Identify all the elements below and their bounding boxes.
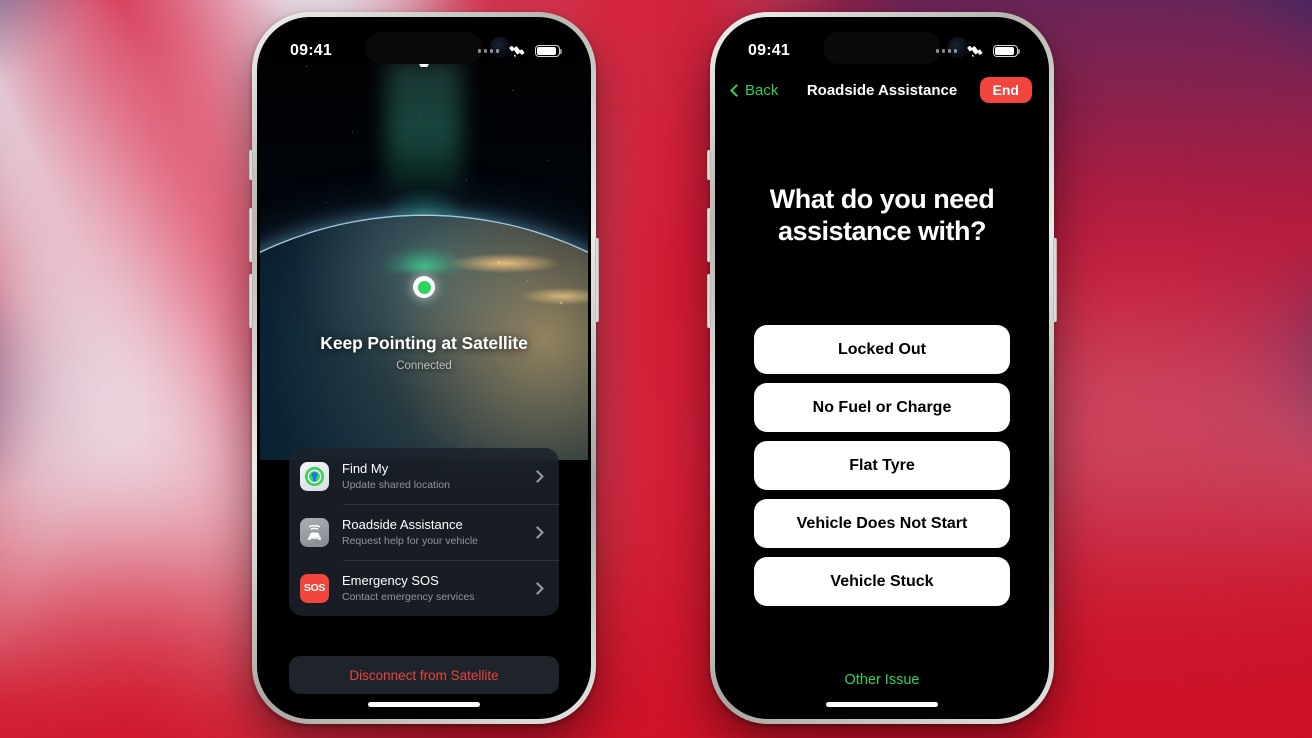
phone-right: Back Roadside Assistance End What do you… — [707, 12, 1057, 724]
option-vehicle-does-not-start[interactable]: Vehicle Does Not Start — [754, 499, 1010, 548]
dynamic-island — [823, 32, 941, 64]
phone-left-bezel: Keep Pointing at Satellite Connected Fin… — [257, 17, 591, 719]
location-dot-icon — [413, 276, 435, 298]
list-item-emergency-sos[interactable]: SOS Emergency SOS Contact emergency serv… — [289, 560, 559, 616]
space-background — [260, 20, 588, 460]
disconnect-from-satellite-button[interactable]: Disconnect from Satellite — [289, 656, 559, 694]
list-item-subtitle: Request help for your vehicle — [342, 534, 478, 547]
chevron-right-icon — [531, 525, 544, 539]
city-light-dot — [497, 260, 500, 263]
list-item-text-group: Emergency SOS Contact emergency services — [342, 573, 533, 604]
star — [352, 132, 354, 134]
phone-right-bezel: Back Roadside Assistance End What do you… — [715, 17, 1049, 719]
navigation-bar: Back Roadside Assistance End — [718, 68, 1046, 112]
satellite-connection-screen: Keep Pointing at Satellite Connected Fin… — [260, 20, 588, 716]
star — [512, 90, 514, 92]
power-button-left-phone[interactable] — [595, 238, 599, 322]
option-vehicle-stuck[interactable]: Vehicle Stuck — [754, 557, 1010, 606]
satellite-services-list: Find My Update shared location Roadside … — [289, 448, 559, 616]
home-indicator[interactable] — [826, 702, 938, 707]
background-flag-blur — [0, 0, 1312, 738]
city-light-dot — [526, 279, 529, 282]
action-button-right-phone[interactable] — [707, 150, 711, 180]
chevron-right-icon — [531, 469, 544, 483]
list-item-find-my[interactable]: Find My Update shared location — [289, 448, 559, 504]
satellite-subtitle: Connected — [396, 360, 452, 372]
list-item-title: Roadside Assistance — [342, 516, 463, 532]
roadside-assistance-screen: Back Roadside Assistance End What do you… — [718, 20, 1046, 716]
volume-down-button-right-phone[interactable] — [707, 274, 711, 328]
list-item-subtitle: Contact emergency services — [342, 590, 475, 603]
star — [466, 180, 468, 182]
city-light-dot — [559, 301, 562, 304]
satellite-beam — [386, 60, 462, 190]
assistance-question-heading: What do you need assistance with? — [769, 184, 995, 246]
list-item-roadside-assistance[interactable]: Roadside Assistance Request help for you… — [289, 504, 559, 560]
back-button-label: Back — [745, 81, 779, 99]
chevron-right-icon — [531, 581, 544, 595]
emergency-sos-icon: SOS — [300, 573, 329, 603]
other-issue-link[interactable]: Other Issue — [718, 672, 1046, 688]
list-item-subtitle: Update shared location — [342, 478, 450, 491]
list-item-text-group: Roadside Assistance Request help for you… — [342, 517, 533, 548]
find-my-icon — [300, 461, 329, 491]
list-item-title: Find My — [342, 460, 389, 476]
background-blur-overlay — [0, 0, 1312, 738]
satellite-title: Keep Pointing at Satellite — [320, 333, 528, 353]
dynamic-island — [365, 32, 483, 64]
star — [326, 202, 328, 204]
satellite-status-text-group: Keep Pointing at Satellite Connected — [260, 333, 588, 372]
phone-left: Keep Pointing at Satellite Connected Fin… — [249, 12, 599, 724]
list-item-text-group: Find My Update shared location — [342, 461, 533, 492]
power-button-right-phone[interactable] — [1053, 238, 1057, 322]
phone-left-screen: Keep Pointing at Satellite Connected Fin… — [260, 20, 588, 716]
action-button-left-phone[interactable] — [249, 150, 253, 180]
list-item-title: Emergency SOS — [342, 572, 439, 588]
star — [306, 66, 308, 68]
home-indicator[interactable] — [368, 702, 480, 707]
volume-up-button-left-phone[interactable] — [249, 208, 253, 262]
volume-down-button-left-phone[interactable] — [249, 274, 253, 328]
option-no-fuel-or-charge[interactable]: No Fuel or Charge — [754, 383, 1010, 432]
star — [548, 160, 550, 162]
chevron-left-icon — [730, 83, 743, 97]
volume-up-button-right-phone[interactable] — [707, 208, 711, 262]
option-locked-out[interactable]: Locked Out — [754, 325, 1010, 374]
phone-right-screen: Back Roadside Assistance End What do you… — [718, 20, 1046, 716]
front-camera-lens — [489, 37, 511, 58]
assistance-options-list: Locked Out No Fuel or Charge Flat Tyre V… — [754, 325, 1010, 606]
option-flat-tyre[interactable]: Flat Tyre — [754, 441, 1010, 490]
front-camera-lens — [947, 37, 969, 58]
roadside-assistance-icon — [300, 517, 329, 547]
end-button[interactable]: End — [979, 77, 1032, 103]
back-button[interactable]: Back — [730, 81, 779, 99]
